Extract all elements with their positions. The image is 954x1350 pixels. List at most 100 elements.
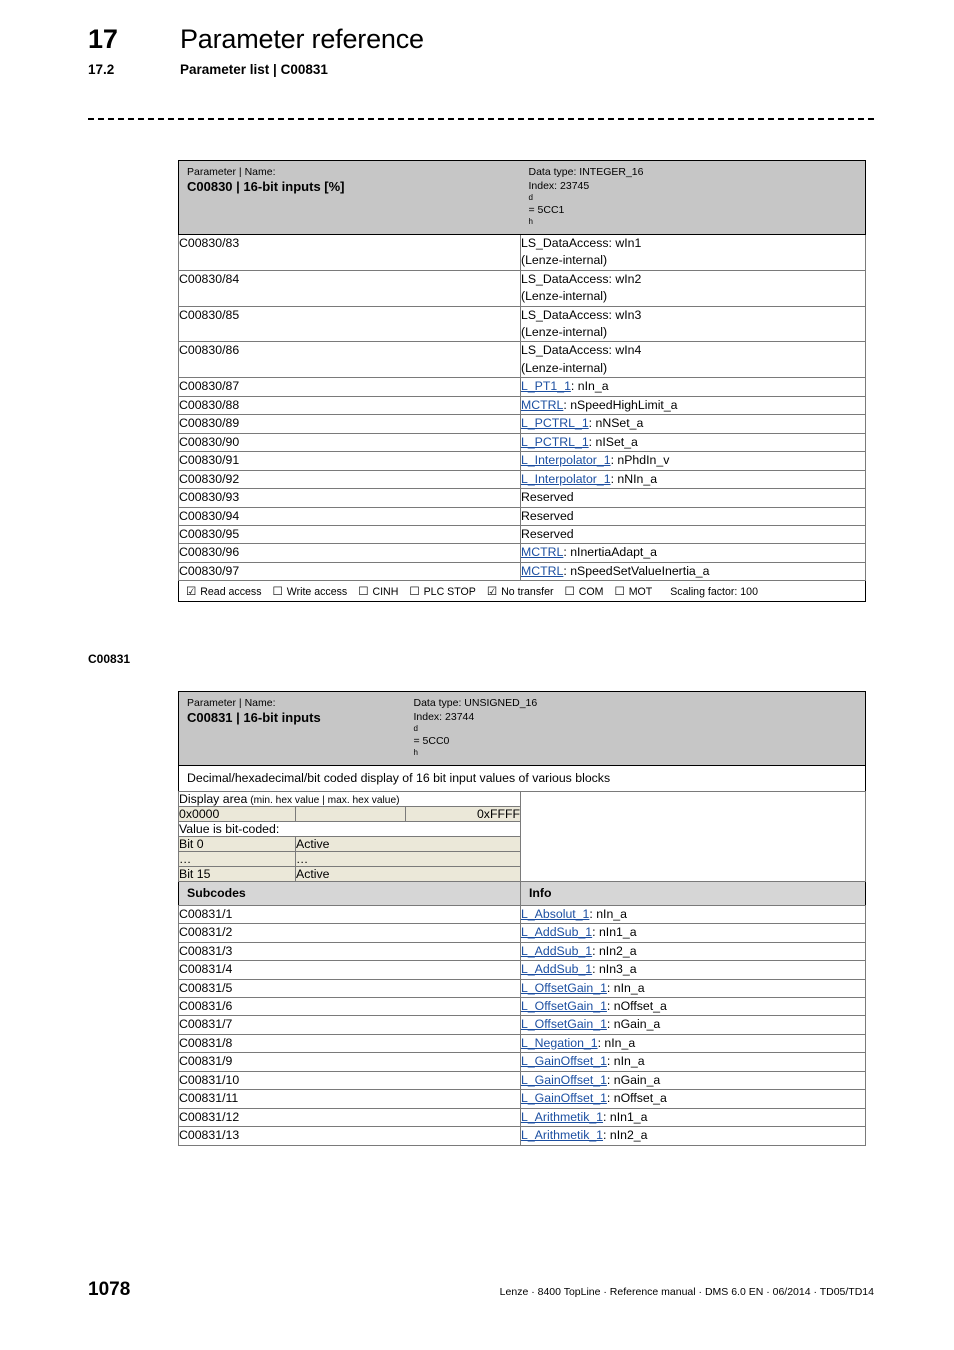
- table-header-meta-cell: Data type: INTEGER_16 Index: 23745 d = 5C…: [520, 160, 866, 235]
- table-row: C00831/11 L_GainOffset_1: nOffset_a: [178, 1089, 866, 1109]
- info-cell: L_OffsetGain_1: nOffset_a: [520, 996, 866, 1017]
- section-number: 17.2: [88, 62, 115, 77]
- subcode-cell: C00831/8: [178, 1033, 521, 1054]
- block-reference-link[interactable]: L_Interpolator_1: [521, 472, 611, 486]
- bitcoded-title: Value is bit-coded:: [178, 820, 521, 837]
- table-row: C00830/86 LS_DataAccess: wIn4 (Lenze-inter…: [178, 341, 866, 379]
- table-header-band: Parameter | Name: C00830 | 16-bit inputs…: [178, 160, 866, 235]
- block-reference-link[interactable]: L_Interpolator_1: [521, 453, 611, 467]
- table-row: C00831/5 L_OffsetGain_1: nIn_a: [178, 978, 866, 998]
- display-area-title-row: Display area (min. hex value | max. hex …: [178, 790, 866, 882]
- subcode-cell: C00831/11: [178, 1089, 521, 1109]
- subcode-cell: C00830/86: [178, 341, 521, 379]
- access-legend-label: COM: [575, 586, 604, 599]
- block-reference-link[interactable]: MCTRL: [521, 564, 563, 578]
- parameter-code-name: C00831 | 16-bit inputs: [187, 710, 321, 726]
- subcode-cell: C00830/84: [178, 269, 521, 307]
- block-reference-link[interactable]: L_Absolut_1: [521, 907, 589, 921]
- access-legend-item: ☐ COM: [564, 584, 603, 598]
- info-cell: MCTRL: nInertiaAdapt_a: [520, 543, 866, 563]
- checkbox-unchecked-icon: ☐: [358, 586, 369, 599]
- table-row: C00830/97 MCTRL: nSpeedSetValueInertia_a: [178, 561, 866, 582]
- info-cell: L_PT1_1: nIn_a: [520, 377, 866, 397]
- access-legend-label: Write access: [283, 586, 348, 599]
- page-number: 1078: [88, 1279, 131, 1300]
- subcode-cell: C00831/4: [178, 960, 521, 980]
- access-legend-label: No transfer: [498, 586, 554, 599]
- parameter-name-label: Parameter | Name:: [187, 166, 276, 178]
- subcode-cell: C00830/95: [178, 524, 521, 545]
- subcode-cell: C00830/94: [178, 506, 521, 526]
- table-row: C00830/93 Reserved: [178, 488, 866, 508]
- display-area-empty-cell: [520, 790, 866, 882]
- subcode-cell: C00830/96: [178, 543, 521, 563]
- access-legend-item: ☐ Write access: [273, 584, 348, 598]
- block-reference-link[interactable]: L_GainOffset_1: [521, 1091, 607, 1105]
- info-cell: L_AddSub_1: nIn1_a: [520, 923, 866, 943]
- checkbox-unchecked-icon: ☐: [409, 586, 420, 599]
- info-cell: L_GainOffset_1: nIn_a: [520, 1052, 866, 1072]
- access-legend-label: CINH: [369, 586, 399, 599]
- info-cell: MCTRL: nSpeedSetValueInertia_a: [520, 561, 866, 582]
- table-row: C00831/9 L_GainOffset_1: nIn_a: [178, 1052, 866, 1072]
- subcodes-header-row: Subcodes Info: [178, 880, 866, 906]
- subcode-cell: C00831/7: [178, 1015, 521, 1035]
- subcode-cell: C00830/92: [178, 469, 521, 490]
- info-cell: Reserved: [520, 506, 866, 526]
- section-title: Parameter list | C00831: [180, 62, 328, 77]
- table-row: C00830/84 LS_DataAccess: wIn2 (Lenze-inter…: [178, 269, 866, 307]
- block-reference-link[interactable]: L_AddSub_1: [521, 962, 592, 976]
- block-reference-link[interactable]: L_Arithmetik_1: [521, 1110, 603, 1124]
- chapter-heading: 17 Parameter reference: [88, 24, 878, 55]
- table-row: C00831/6 L_OffsetGain_1: nOffset_a: [178, 996, 866, 1017]
- table-row: C00830/94 Reserved: [178, 506, 866, 526]
- data-type-label: Data type: UNSIGNED_16: [413, 697, 538, 709]
- table-row: C00831/12 L_Arithmetik_1: nIn1_a: [178, 1107, 866, 1128]
- block-reference-link[interactable]: L_PCTRL_1: [521, 435, 589, 449]
- table-row: C00831/3 L_AddSub_1: nIn2_a: [178, 941, 866, 962]
- block-reference-link[interactable]: L_PCTRL_1: [521, 416, 589, 430]
- table-body-c00830: C00830/83 LS_DataAccess: wIn1 (Lenze-inter…: [178, 233, 866, 582]
- block-reference-link[interactable]: L_AddSub_1: [521, 925, 592, 939]
- access-legend-label: MOT: [625, 586, 653, 599]
- info-cell: L_Arithmetik_1: nIn1_a: [520, 1107, 866, 1128]
- block-reference-link[interactable]: L_AddSub_1: [521, 944, 592, 958]
- table-row: C00831/4 L_AddSub_1: nIn3_a: [178, 960, 866, 980]
- margin-parameter-label: C00831: [88, 652, 131, 666]
- subcode-cell: C00831/9: [178, 1052, 521, 1072]
- hex-max-value: 0xFFFF: [405, 805, 521, 822]
- block-reference-link[interactable]: L_PT1_1: [521, 379, 571, 393]
- bit-label: Bit 0: [178, 835, 296, 852]
- table-row: C00830/89 L_PCTRL_1: nNSet_a: [178, 414, 866, 434]
- table-row: C00830/90 L_PCTRL_1: nISet_a: [178, 432, 866, 453]
- block-reference-link[interactable]: L_Negation_1: [521, 1036, 598, 1050]
- subcode-cell: C00830/97: [178, 561, 521, 582]
- subcode-cell: C00831/6: [178, 996, 521, 1017]
- info-cell: LS_DataAccess: wIn1 (Lenze-internal): [520, 233, 866, 271]
- info-cell: L_Interpolator_1: nNIn_a: [520, 469, 866, 490]
- access-legend-item: ☐ MOT: [614, 584, 652, 598]
- subcode-cell: C00831/1: [178, 904, 521, 925]
- hex-mid-value: [295, 805, 406, 822]
- page-footer: 1078 Lenze · 8400 TopLine · Reference ma…: [88, 1279, 874, 1301]
- table-header-title-cell: Parameter | Name: C00830 | 16-bit inputs…: [178, 160, 521, 235]
- bit-value: Active: [295, 865, 521, 882]
- block-reference-link[interactable]: L_GainOffset_1: [521, 1073, 607, 1087]
- subcode-cell: C00830/93: [178, 488, 521, 508]
- info-cell: L_Arithmetik_1: nIn2_a: [520, 1126, 866, 1146]
- table-row: C00831/13 L_Arithmetik_1: nIn2_a: [178, 1126, 866, 1146]
- table-row: C00831/10 L_GainOffset_1: nGain_a: [178, 1070, 866, 1091]
- info-cell: Reserved: [520, 488, 866, 508]
- block-reference-link[interactable]: MCTRL: [521, 545, 563, 559]
- access-legend-item: ☑ Read access: [186, 584, 262, 598]
- block-reference-link[interactable]: L_GainOffset_1: [521, 1054, 607, 1068]
- info-cell: LS_DataAccess: wIn3 (Lenze-internal): [520, 305, 866, 343]
- block-reference-link[interactable]: L_OffsetGain_1: [521, 1017, 607, 1031]
- block-reference-link[interactable]: L_OffsetGain_1: [521, 981, 607, 995]
- table-header-meta-cell: Data type: UNSIGNED_16 Index: 23744 d = 5…: [405, 691, 866, 766]
- block-reference-link[interactable]: MCTRL: [521, 398, 563, 412]
- block-reference-link[interactable]: L_Arithmetik_1: [521, 1128, 603, 1142]
- table-row: C00830/87 L_PT1_1: nIn_a: [178, 377, 866, 397]
- data-type-label: Data type: INTEGER_16: [528, 166, 644, 178]
- block-reference-link[interactable]: L_OffsetGain_1: [521, 999, 607, 1013]
